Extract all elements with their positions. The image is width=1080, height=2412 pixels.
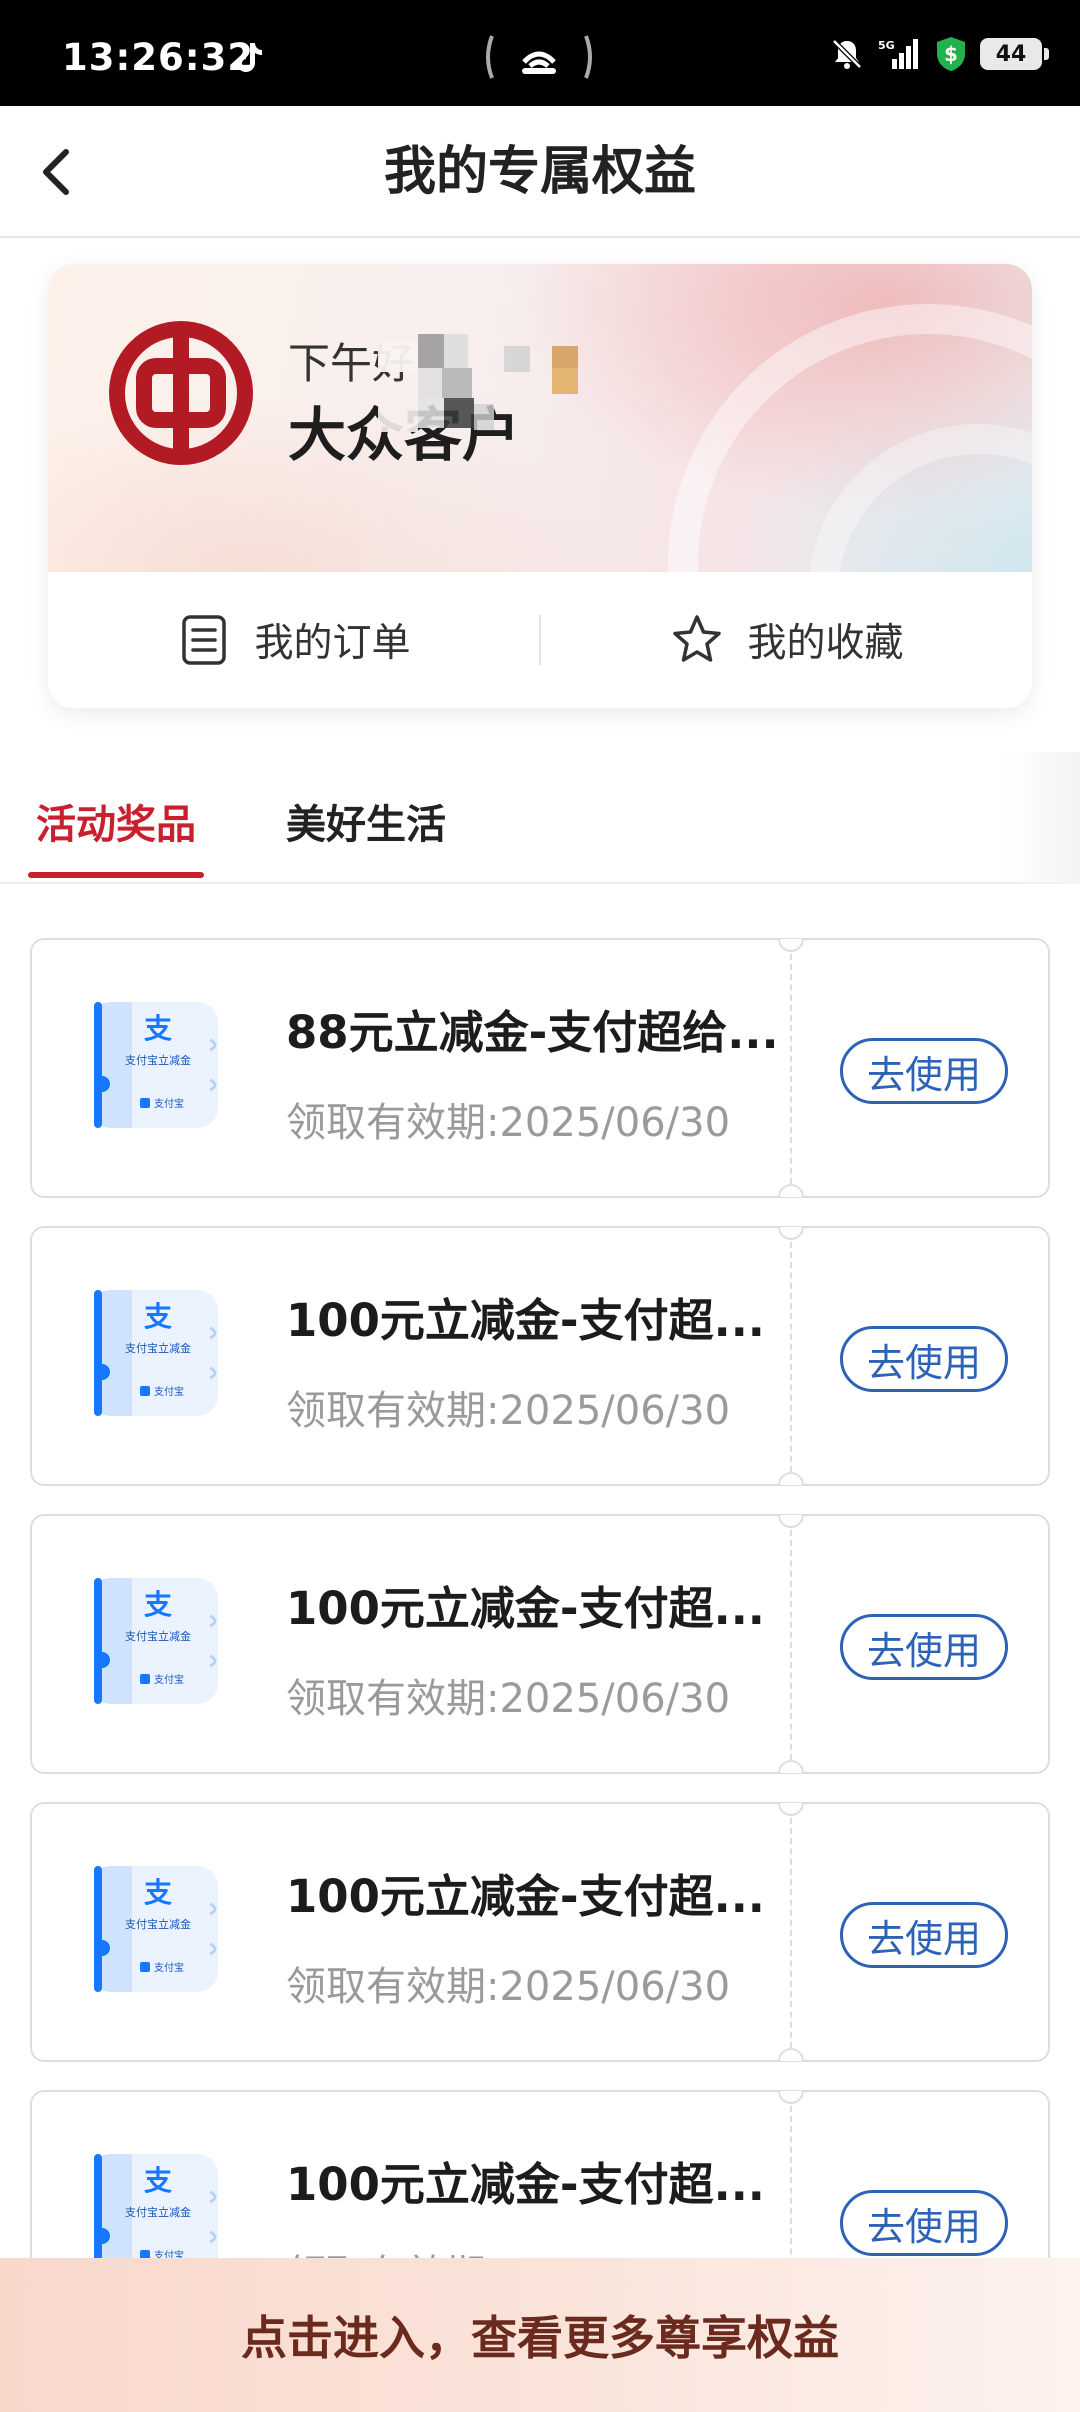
mute-icon bbox=[832, 39, 862, 69]
alipay-coupon-thumbnail: 支 支付宝立减金 支付宝 bbox=[94, 1002, 218, 1128]
svg-text:支: 支 bbox=[144, 1300, 172, 1333]
nav-header: 我的专属权益 bbox=[0, 106, 1080, 238]
member-card-banner: 下午好 大众客户 bbox=[48, 264, 1032, 708]
coupon-notch bbox=[778, 1472, 804, 1485]
tab-activity-prizes[interactable]: 活动奖品 bbox=[36, 792, 196, 850]
use-coupon-button[interactable]: 去使用 bbox=[840, 1038, 1008, 1104]
more-benefits-text: 点击进入，查看更多尊享权益 bbox=[241, 2311, 839, 2365]
coupon-notch bbox=[778, 1227, 804, 1240]
more-benefits-banner[interactable]: 点击进入，查看更多尊享权益 bbox=[0, 2258, 1080, 2412]
coupon-divider bbox=[790, 1242, 792, 1472]
member-card-actions: 我的订单 我的收藏 bbox=[48, 572, 1032, 708]
order-list-icon bbox=[182, 615, 227, 665]
svg-text:支: 支 bbox=[144, 1012, 172, 1045]
alipay-coupon-thumbnail: 支 支付宝立减金 支付宝 bbox=[94, 1578, 218, 1704]
coupon-notch bbox=[778, 1184, 804, 1197]
bank-of-china-logo bbox=[109, 321, 253, 465]
svg-text:$: $ bbox=[944, 42, 958, 66]
tab-good-life[interactable]: 美好生活 bbox=[286, 792, 446, 850]
coupon-title: 100元立减金-支付超... bbox=[286, 2158, 765, 2211]
coupon-title: 100元立减金-支付超... bbox=[286, 1294, 765, 1347]
coupon-divider bbox=[790, 1818, 792, 2048]
coupon-notch bbox=[778, 2048, 804, 2061]
page-title: 我的专属权益 bbox=[383, 142, 696, 202]
coupon-notch bbox=[778, 1803, 804, 1816]
page: 13:26:32 5G $ 44 我的专属权益 下午好 大众客户 我的订单 我的… bbox=[0, 0, 1080, 2412]
svg-text:支付宝: 支付宝 bbox=[154, 1673, 184, 1686]
coupon-notch bbox=[778, 939, 804, 952]
coupon-validity: 领取有效期:2025/06/30 bbox=[286, 1388, 731, 1434]
active-tab-indicator bbox=[28, 872, 204, 878]
my-favorites-button[interactable]: 我的收藏 bbox=[541, 612, 1032, 668]
svg-text:支付宝立减金: 支付宝立减金 bbox=[125, 1341, 191, 1355]
coupon-notch bbox=[778, 1760, 804, 1773]
member-card: 下午好 大众客户 我的订单 我的收藏 bbox=[48, 264, 1032, 708]
battery-indicator: 44 bbox=[980, 38, 1049, 70]
coupon-title: 100元立减金-支付超... bbox=[286, 1582, 765, 1635]
coupon-card[interactable]: 支 支付宝立减金 支付宝 100元立减金-支付超... 领取有效期:2025/0… bbox=[30, 1802, 1050, 2062]
svg-text:支付宝: 支付宝 bbox=[154, 1097, 184, 1110]
signal-icon: 5G bbox=[878, 39, 918, 69]
coupon-divider bbox=[790, 954, 792, 1184]
my-orders-label: 我的订单 bbox=[254, 621, 411, 666]
coupon-validity: 领取有效期:2025/06/30 bbox=[286, 1964, 731, 2010]
svg-text:支付宝立减金: 支付宝立减金 bbox=[125, 1629, 191, 1643]
coupon-card[interactable]: 支 支付宝立减金 支付宝 100元立减金-支付超... 领取有效期:2025/0… bbox=[30, 1514, 1050, 1774]
svg-text:支: 支 bbox=[144, 2164, 172, 2197]
privacy-mosaic bbox=[378, 334, 678, 454]
my-orders-button[interactable]: 我的订单 bbox=[48, 612, 539, 668]
svg-text:5G: 5G bbox=[878, 39, 895, 52]
svg-text:支: 支 bbox=[144, 1876, 172, 1909]
tabs-scroll-fade bbox=[1000, 752, 1080, 884]
coupon-notch bbox=[778, 2091, 804, 2104]
my-favorites-label: 我的收藏 bbox=[747, 621, 904, 666]
status-bar: 13:26:32 5G $ 44 bbox=[0, 0, 1080, 106]
svg-text:支付宝立减金: 支付宝立减金 bbox=[125, 2205, 191, 2219]
svg-text:支付宝: 支付宝 bbox=[154, 1385, 184, 1398]
security-shield-icon: $ bbox=[937, 37, 965, 71]
use-coupon-button[interactable]: 去使用 bbox=[840, 1614, 1008, 1680]
coupon-card[interactable]: 支 支付宝立减金 支付宝 100元立减金-支付超... 领取有效期:2025/0… bbox=[30, 1226, 1050, 1486]
use-coupon-button[interactable]: 去使用 bbox=[840, 1326, 1008, 1392]
svg-text:支付宝: 支付宝 bbox=[154, 1961, 184, 1974]
coupon-title: 100元立减金-支付超... bbox=[286, 1870, 765, 1923]
coupon-card[interactable]: 支 支付宝立减金 支付宝 88元立减金-支付超给... 领取有效期:2025/0… bbox=[30, 938, 1050, 1198]
coupon-validity: 领取有效期:2025/06/30 bbox=[286, 1100, 731, 1146]
coupon-title: 88元立减金-支付超给... bbox=[286, 1006, 779, 1059]
status-time: 13:26:32 bbox=[62, 36, 255, 79]
svg-text:支付宝立减金: 支付宝立减金 bbox=[125, 1917, 191, 1931]
alipay-coupon-thumbnail: 支 支付宝立减金 支付宝 bbox=[94, 1290, 218, 1416]
coupon-notch bbox=[778, 1515, 804, 1528]
coupon-divider bbox=[790, 1530, 792, 1760]
category-tabs: 活动奖品 美好生活 bbox=[0, 752, 1080, 884]
use-coupon-button[interactable]: 去使用 bbox=[840, 1902, 1008, 1968]
coupon-validity: 领取有效期:2025/06/30 bbox=[286, 1676, 731, 1722]
svg-text:支: 支 bbox=[144, 1588, 172, 1621]
hotspot-icon bbox=[486, 35, 592, 79]
tiktok-icon bbox=[237, 43, 262, 72]
svg-text:支付宝立减金: 支付宝立减金 bbox=[125, 1053, 191, 1067]
alipay-coupon-thumbnail: 支 支付宝立减金 支付宝 bbox=[94, 1866, 218, 1992]
star-icon bbox=[673, 615, 722, 662]
status-icons: 5G $ 44 bbox=[830, 34, 1049, 74]
use-coupon-button[interactable]: 去使用 bbox=[840, 2190, 1008, 2256]
